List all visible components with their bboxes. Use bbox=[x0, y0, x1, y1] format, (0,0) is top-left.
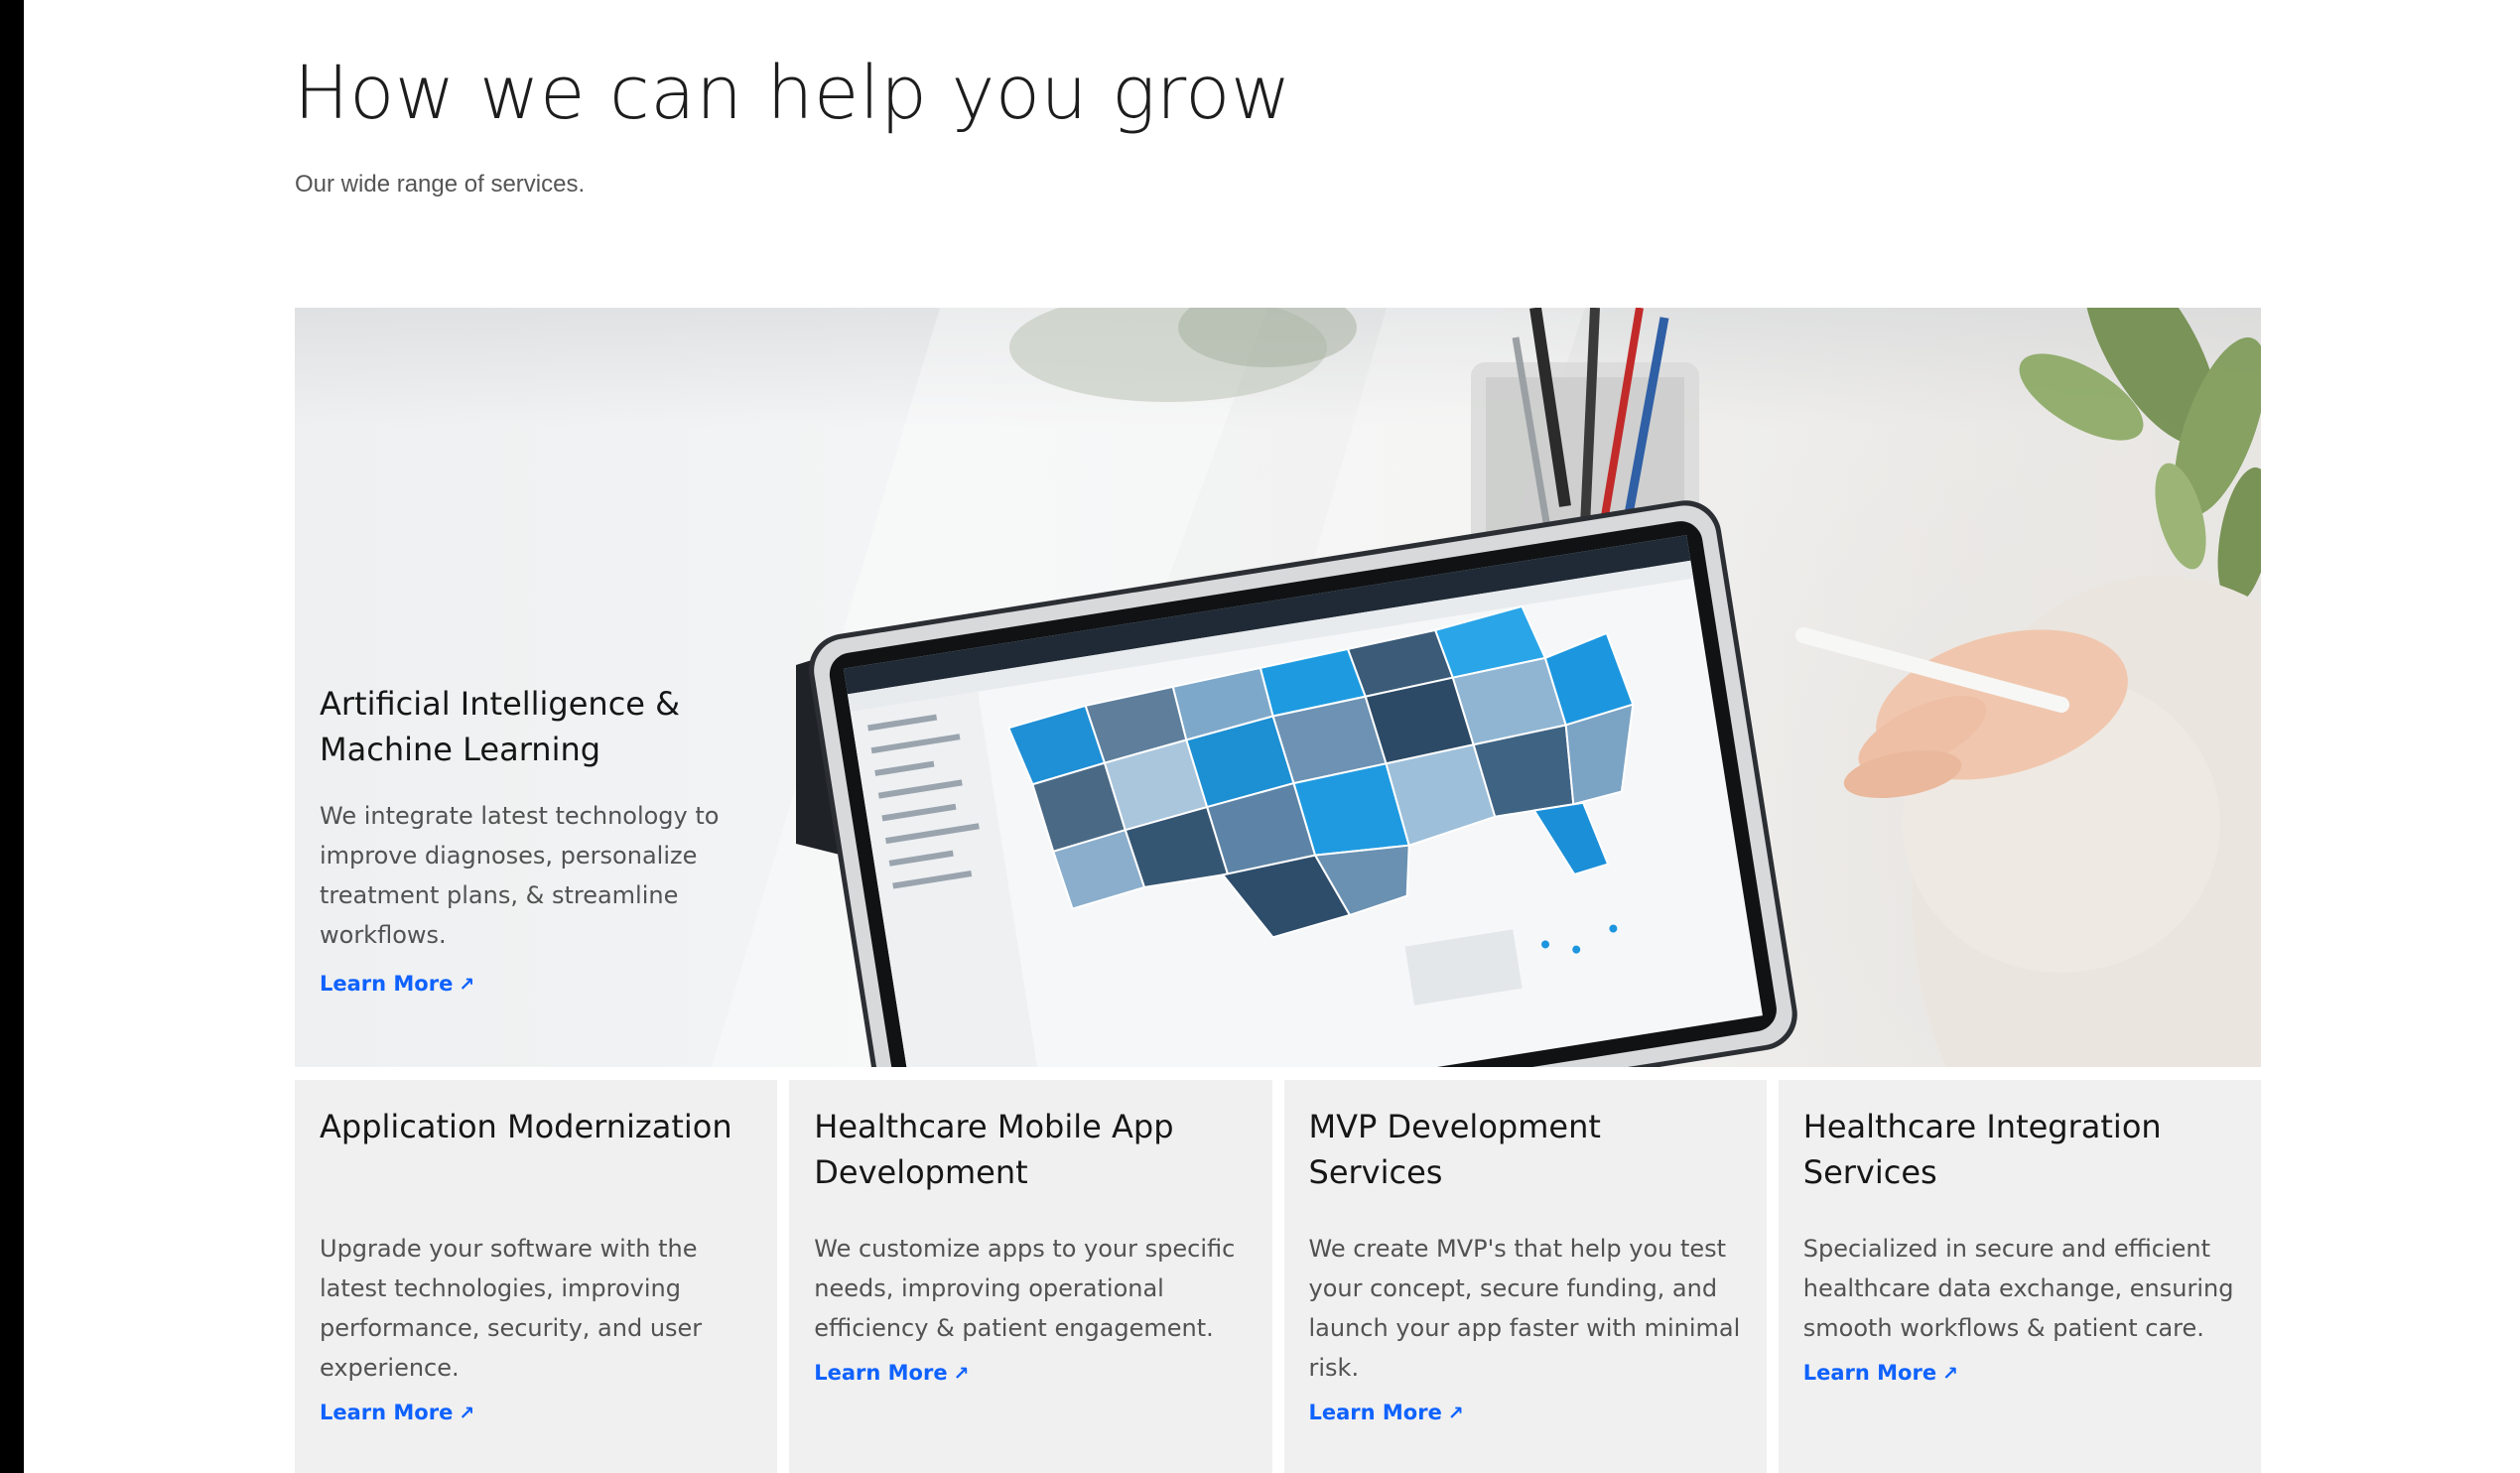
learn-more-label: Learn More bbox=[320, 972, 454, 996]
service-card-mvp-development[interactable]: MVP Development Services We create MVP's… bbox=[1283, 1080, 1767, 1473]
learn-more-link[interactable]: Learn More ↗ bbox=[1803, 1358, 1958, 1389]
service-title: Application Modernization bbox=[320, 1108, 732, 1145]
plant-leaves bbox=[2019, 308, 2261, 605]
service-title: MVP Development Services bbox=[1308, 1108, 1601, 1191]
services-grid: Application Modernization Upgrade your s… bbox=[295, 1080, 2261, 1473]
featured-title: Artificial Intelligence & Machine Learni… bbox=[320, 685, 681, 768]
service-description: Upgrade your software with the latest te… bbox=[320, 1235, 703, 1382]
featured-text: Artificial Intelligence & Machine Learni… bbox=[320, 681, 736, 1000]
service-card-healthcare-integration[interactable]: Healthcare Integration Services Speciali… bbox=[1778, 1080, 2261, 1473]
learn-more-label: Learn More bbox=[320, 1401, 454, 1424]
learn-more-label: Learn More bbox=[1802, 1361, 1937, 1385]
learn-more-link[interactable]: Learn More ↗ bbox=[814, 1358, 969, 1389]
section-subtitle: Our wide range of services. bbox=[295, 171, 586, 198]
service-description: We customize apps to your specific needs… bbox=[814, 1235, 1236, 1342]
service-card-app-modernization[interactable]: Application Modernization Upgrade your s… bbox=[295, 1080, 778, 1473]
service-title: Healthcare Mobile App Development bbox=[814, 1108, 1174, 1191]
learn-more-label: Learn More bbox=[814, 1361, 948, 1385]
service-description: We create MVP's that help you test your … bbox=[1308, 1235, 1741, 1382]
arrow-up-right-icon: ↗ bbox=[1942, 1363, 1959, 1385]
section-title: How we can help you grow bbox=[294, 51, 1291, 136]
arrow-up-right-icon: ↗ bbox=[459, 974, 475, 996]
featured-service-card[interactable]: Artificial Intelligence & Machine Learni… bbox=[295, 308, 2261, 1067]
featured-description: We integrate latest technology to improv… bbox=[320, 802, 720, 949]
learn-more-link[interactable]: Learn More ↗ bbox=[1309, 1398, 1464, 1428]
arrow-up-right-icon: ↗ bbox=[1447, 1403, 1464, 1424]
arrow-up-right-icon: ↗ bbox=[953, 1363, 970, 1385]
service-title: Healthcare Integration Services bbox=[1802, 1108, 2162, 1191]
arrow-up-right-icon: ↗ bbox=[459, 1403, 475, 1424]
featured-learn-more-link[interactable]: Learn More ↗ bbox=[320, 969, 474, 1000]
service-card-healthcare-mobile-app[interactable]: Healthcare Mobile App Development We cus… bbox=[789, 1080, 1272, 1473]
learn-more-link[interactable]: Learn More ↗ bbox=[320, 1398, 474, 1428]
learn-more-label: Learn More bbox=[1308, 1401, 1442, 1424]
service-description: Specialized in secure and efficient heal… bbox=[1802, 1235, 2234, 1342]
services-page: How we can help you grow Our wide range … bbox=[24, 0, 2520, 1473]
